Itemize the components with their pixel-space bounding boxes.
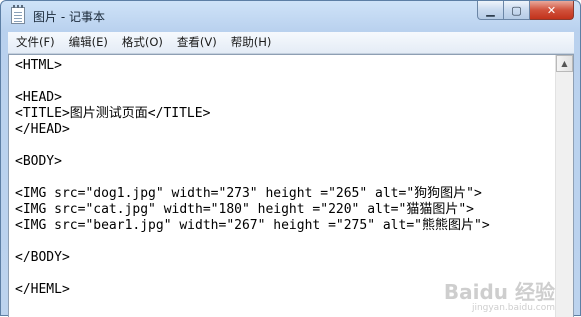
title-bar[interactable]: 图片 - 记事本 ▁ ▢ ✕ xyxy=(1,1,580,32)
menu-help[interactable]: 帮助(H) xyxy=(225,32,278,53)
baidu-watermark: Baidu 经验 jingyan.baidu.com xyxy=(444,276,555,313)
close-button[interactable]: ✕ xyxy=(530,1,574,20)
menu-file[interactable]: 文件(F) xyxy=(10,32,61,53)
menu-view[interactable]: 查看(V) xyxy=(171,32,223,53)
window-title: 图片 - 记事本 xyxy=(33,10,105,24)
text-editor[interactable]: <HTML> <HEAD> <TITLE>图片测试页面</TITLE> </HE… xyxy=(8,54,574,317)
minimize-button[interactable]: ▁ xyxy=(477,1,504,20)
menu-edit[interactable]: 编辑(E) xyxy=(63,32,114,53)
maximize-button[interactable]: ▢ xyxy=(504,1,530,20)
window-controls: ▁ ▢ ✕ xyxy=(477,1,574,21)
notepad-window: 图片 - 记事本 ▁ ▢ ✕ 文件(F) 编辑(E) 格式(O) 查看(V) 帮… xyxy=(0,0,581,317)
notepad-icon xyxy=(11,5,25,24)
vertical-scrollbar[interactable]: ▲ xyxy=(555,55,573,317)
watermark-logo: Baidu 经验 xyxy=(443,280,555,304)
editor-content[interactable]: <HTML> <HEAD> <TITLE>图片测试页面</TITLE> </HE… xyxy=(15,58,490,298)
menu-bar: 文件(F) 编辑(E) 格式(O) 查看(V) 帮助(H) xyxy=(8,32,574,54)
menu-format[interactable]: 格式(O) xyxy=(116,32,169,53)
scroll-up-button[interactable]: ▲ xyxy=(556,55,573,72)
